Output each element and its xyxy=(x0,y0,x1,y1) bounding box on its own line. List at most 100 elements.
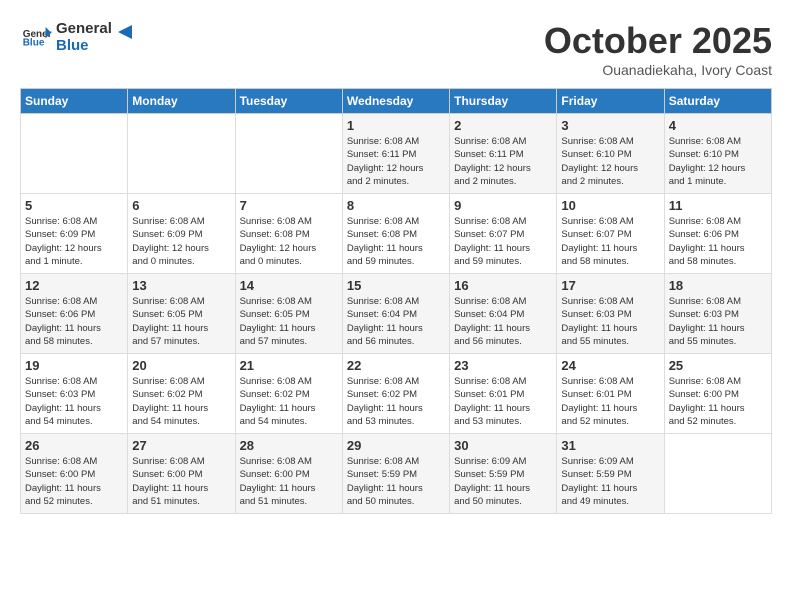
day-number: 29 xyxy=(347,438,445,453)
calendar-week-row: 5 Sunrise: 6:08 AM Sunset: 6:09 PM Daylig… xyxy=(21,194,772,274)
day-number: 19 xyxy=(25,358,123,373)
day-number: 10 xyxy=(561,198,659,213)
day-info: Sunrise: 6:08 AM Sunset: 6:04 PM Dayligh… xyxy=(347,295,445,348)
calendar-cell: 5Sunrise: 6:08 AM Sunset: 6:09 PM Daylig… xyxy=(21,194,128,274)
calendar-cell xyxy=(21,114,128,194)
calendar-cell: 16 Sunrise: 6:08 AM Sunset: 6:04 PM Dayli… xyxy=(450,274,557,354)
calendar-cell: 27 Sunrise: 6:08 AM Sunset: 6:00 PM Dayli… xyxy=(128,434,235,514)
calendar-cell xyxy=(128,114,235,194)
day-number: 11 xyxy=(669,198,767,213)
logo-blue: Blue xyxy=(56,37,112,54)
day-info: Sunrise: 6:08 AM Sunset: 6:10 PM Dayligh… xyxy=(561,135,659,188)
calendar-header-row: SundayMondayTuesdayWednesdayThursdayFrid… xyxy=(21,89,772,114)
calendar-cell: 15 Sunrise: 6:08 AM Sunset: 6:04 PM Dayli… xyxy=(342,274,449,354)
day-number: 22 xyxy=(347,358,445,373)
day-of-week-header: Wednesday xyxy=(342,89,449,114)
calendar-cell: 6Sunrise: 6:08 AM Sunset: 6:09 PM Daylig… xyxy=(128,194,235,274)
location-subtitle: Ouanadiekaha, Ivory Coast xyxy=(544,62,772,78)
day-number: 1 xyxy=(347,118,445,133)
day-number: 17 xyxy=(561,278,659,293)
calendar-cell xyxy=(235,114,342,194)
day-info: Sunrise: 6:08 AM Sunset: 6:07 PM Dayligh… xyxy=(561,215,659,268)
day-number: 8 xyxy=(347,198,445,213)
day-number: 18 xyxy=(669,278,767,293)
day-of-week-header: Thursday xyxy=(450,89,557,114)
day-info: Sunrise: 6:08 AM Sunset: 6:09 PM Dayligh… xyxy=(132,215,230,268)
calendar-week-row: 26 Sunrise: 6:08 AM Sunset: 6:00 PM Dayli… xyxy=(21,434,772,514)
day-of-week-header: Tuesday xyxy=(235,89,342,114)
day-info: Sunrise: 6:08 AM Sunset: 6:02 PM Dayligh… xyxy=(132,375,230,428)
calendar-cell: 30Sunrise: 6:09 AM Sunset: 5:59 PM Dayli… xyxy=(450,434,557,514)
day-info: Sunrise: 6:08 AM Sunset: 6:08 PM Dayligh… xyxy=(240,215,338,268)
calendar-cell xyxy=(664,434,771,514)
day-number: 23 xyxy=(454,358,552,373)
logo-general: General xyxy=(56,20,112,37)
calendar-cell: 26Sunrise: 6:08 AM Sunset: 6:00 PM Dayli… xyxy=(21,434,128,514)
month-title: October 2025 xyxy=(544,20,772,62)
day-number: 9 xyxy=(454,198,552,213)
day-of-week-header: Saturday xyxy=(664,89,771,114)
day-number: 5 xyxy=(25,198,123,213)
calendar-cell: 10 Sunrise: 6:08 AM Sunset: 6:07 PM Dayli… xyxy=(557,194,664,274)
day-number: 14 xyxy=(240,278,338,293)
day-info: Sunrise: 6:08 AM Sunset: 6:02 PM Dayligh… xyxy=(347,375,445,428)
day-number: 7 xyxy=(240,198,338,213)
day-number: 4 xyxy=(669,118,767,133)
day-info: Sunrise: 6:08 AM Sunset: 6:06 PM Dayligh… xyxy=(25,295,123,348)
day-info: Sunrise: 6:08 AM Sunset: 6:03 PM Dayligh… xyxy=(669,295,767,348)
calendar-cell: 24Sunrise: 6:08 AM Sunset: 6:01 PM Dayli… xyxy=(557,354,664,434)
calendar-cell: 22 Sunrise: 6:08 AM Sunset: 6:02 PM Dayli… xyxy=(342,354,449,434)
calendar-cell: 20 Sunrise: 6:08 AM Sunset: 6:02 PM Dayli… xyxy=(128,354,235,434)
calendar-cell: 7 Sunrise: 6:08 AM Sunset: 6:08 PM Daylig… xyxy=(235,194,342,274)
day-info: Sunrise: 6:08 AM Sunset: 6:04 PM Dayligh… xyxy=(454,295,552,348)
calendar-cell: 11 Sunrise: 6:08 AM Sunset: 6:06 PM Dayli… xyxy=(664,194,771,274)
day-info: Sunrise: 6:08 AM Sunset: 6:06 PM Dayligh… xyxy=(669,215,767,268)
day-number: 28 xyxy=(240,438,338,453)
day-of-week-header: Sunday xyxy=(21,89,128,114)
day-info: Sunrise: 6:08 AM Sunset: 6:01 PM Dayligh… xyxy=(454,375,552,428)
day-number: 31 xyxy=(561,438,659,453)
day-info: Sunrise: 6:08 AM Sunset: 6:03 PM Dayligh… xyxy=(561,295,659,348)
calendar-cell: 13 Sunrise: 6:08 AM Sunset: 6:05 PM Dayli… xyxy=(128,274,235,354)
day-number: 13 xyxy=(132,278,230,293)
title-block: October 2025 Ouanadiekaha, Ivory Coast xyxy=(544,20,772,78)
svg-text:Blue: Blue xyxy=(23,38,45,47)
day-info: Sunrise: 6:08 AM Sunset: 6:10 PM Dayligh… xyxy=(669,135,767,188)
calendar-cell: 21 Sunrise: 6:08 AM Sunset: 6:02 PM Dayli… xyxy=(235,354,342,434)
day-info: Sunrise: 6:08 AM Sunset: 6:02 PM Dayligh… xyxy=(240,375,338,428)
day-info: Sunrise: 6:08 AM Sunset: 6:00 PM Dayligh… xyxy=(132,455,230,508)
day-number: 2 xyxy=(454,118,552,133)
day-info: Sunrise: 6:08 AM Sunset: 6:01 PM Dayligh… xyxy=(561,375,659,428)
day-number: 15 xyxy=(347,278,445,293)
day-info: Sunrise: 6:08 AM Sunset: 6:05 PM Dayligh… xyxy=(240,295,338,348)
calendar-cell: 12 Sunrise: 6:08 AM Sunset: 6:06 PM Dayli… xyxy=(21,274,128,354)
day-info: Sunrise: 6:08 AM Sunset: 6:03 PM Dayligh… xyxy=(25,375,123,428)
day-number: 27 xyxy=(132,438,230,453)
day-number: 20 xyxy=(132,358,230,373)
day-number: 12 xyxy=(25,278,123,293)
day-number: 16 xyxy=(454,278,552,293)
day-number: 21 xyxy=(240,358,338,373)
calendar-cell: 31 Sunrise: 6:09 AM Sunset: 5:59 PM Dayli… xyxy=(557,434,664,514)
calendar-cell: 14 Sunrise: 6:08 AM Sunset: 6:05 PM Dayli… xyxy=(235,274,342,354)
logo-arrow-icon xyxy=(114,21,136,43)
calendar-cell: 18 Sunrise: 6:08 AM Sunset: 6:03 PM Dayli… xyxy=(664,274,771,354)
calendar-cell: 9 Sunrise: 6:08 AM Sunset: 6:07 PM Daylig… xyxy=(450,194,557,274)
day-info: Sunrise: 6:08 AM Sunset: 6:07 PM Dayligh… xyxy=(454,215,552,268)
day-number: 3 xyxy=(561,118,659,133)
calendar-week-row: 19 Sunrise: 6:08 AM Sunset: 6:03 PM Dayli… xyxy=(21,354,772,434)
calendar-cell: 1Sunrise: 6:08 AM Sunset: 6:11 PM Daylig… xyxy=(342,114,449,194)
calendar-week-row: 1Sunrise: 6:08 AM Sunset: 6:11 PM Daylig… xyxy=(21,114,772,194)
calendar-cell: 23 Sunrise: 6:08 AM Sunset: 6:01 PM Dayli… xyxy=(450,354,557,434)
day-info: Sunrise: 6:08 AM Sunset: 6:00 PM Dayligh… xyxy=(240,455,338,508)
day-info: Sunrise: 6:09 AM Sunset: 5:59 PM Dayligh… xyxy=(561,455,659,508)
day-info: Sunrise: 6:09 AM Sunset: 5:59 PM Dayligh… xyxy=(454,455,552,508)
calendar-cell: 4 Sunrise: 6:08 AM Sunset: 6:10 PM Daylig… xyxy=(664,114,771,194)
day-of-week-header: Monday xyxy=(128,89,235,114)
day-number: 26 xyxy=(25,438,123,453)
calendar-cell: 25Sunrise: 6:08 AM Sunset: 6:00 PM Dayli… xyxy=(664,354,771,434)
day-info: Sunrise: 6:08 AM Sunset: 6:05 PM Dayligh… xyxy=(132,295,230,348)
calendar-cell: 3 Sunrise: 6:08 AM Sunset: 6:10 PM Daylig… xyxy=(557,114,664,194)
calendar-cell: 19 Sunrise: 6:08 AM Sunset: 6:03 PM Dayli… xyxy=(21,354,128,434)
calendar-body: 1Sunrise: 6:08 AM Sunset: 6:11 PM Daylig… xyxy=(21,114,772,514)
